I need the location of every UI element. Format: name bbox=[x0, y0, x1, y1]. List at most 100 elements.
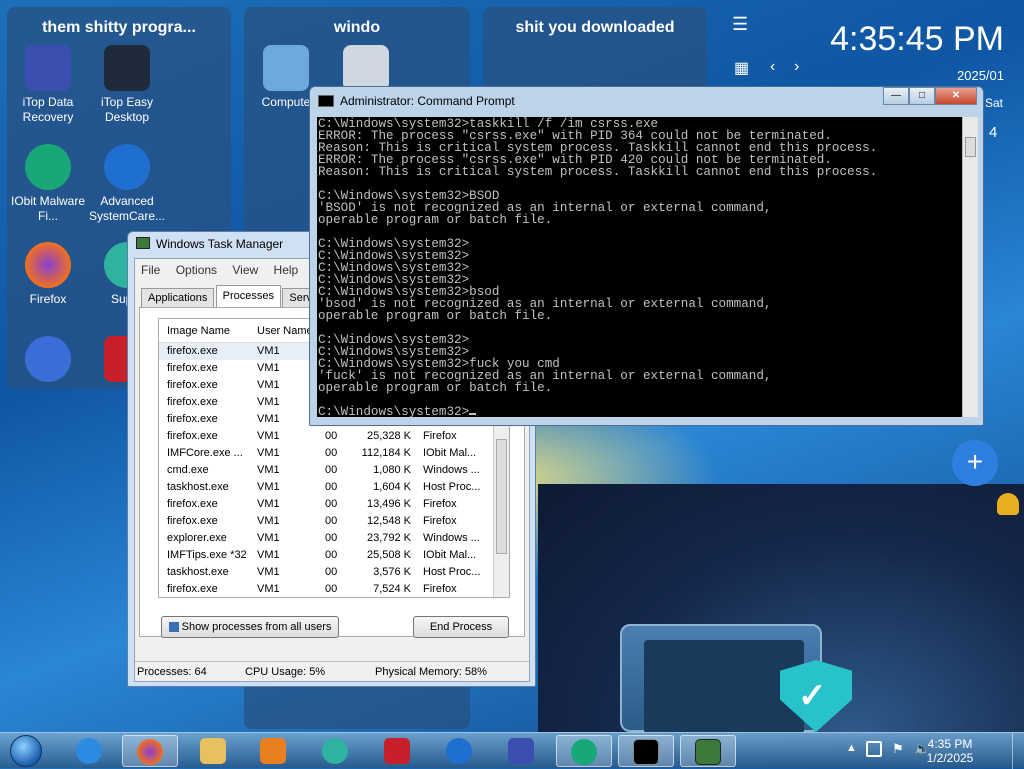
shield-icon bbox=[168, 622, 179, 633]
table-cell: firefox.exe bbox=[167, 498, 218, 510]
tile-title: them shitty progra... bbox=[42, 19, 196, 36]
table-cell: VM1 bbox=[257, 413, 280, 425]
taskbar-cmd[interactable] bbox=[618, 735, 674, 767]
action-center-flag-icon[interactable]: ⚑ bbox=[892, 741, 904, 757]
column-user-name[interactable]: User Name bbox=[257, 325, 313, 337]
table-row[interactable]: firefox.exe VM1 00 25,328 K Firefox bbox=[159, 428, 509, 445]
taskbar-explorer[interactable] bbox=[186, 735, 242, 767]
table-row[interactable]: taskhost.exe VM1 00 1,604 K Host Proc... bbox=[159, 479, 509, 496]
desktop-icon-app[interactable] bbox=[8, 336, 88, 386]
tab-processes[interactable]: Processes bbox=[215, 285, 282, 307]
table-cell: IObit Mal... bbox=[423, 549, 477, 561]
menu-help[interactable]: Help bbox=[274, 263, 299, 277]
firefox-icon bbox=[137, 739, 163, 765]
internet-explorer-icon bbox=[76, 738, 102, 764]
table-cell: 00 bbox=[325, 566, 338, 578]
window-controls: — □ ✕ bbox=[883, 87, 977, 105]
table-cell: IMFTips.exe *32 bbox=[167, 549, 247, 561]
chevron-left-icon[interactable]: ‹ bbox=[770, 58, 775, 76]
window-title: Windows Task Manager bbox=[156, 237, 284, 251]
table-row[interactable]: firefox.exe VM1 00 13,496 K Firefox bbox=[159, 496, 509, 513]
status-bar: Processes: 64 CPU Usage: 5% Physical Mem… bbox=[135, 661, 529, 681]
taskbar-recorder[interactable] bbox=[370, 735, 426, 767]
taskbar-ie[interactable] bbox=[62, 735, 118, 767]
taskbar-super[interactable] bbox=[308, 735, 364, 767]
taskbar-task-manager[interactable] bbox=[680, 735, 736, 767]
itop-data-recovery-icon bbox=[508, 738, 534, 764]
table-cell: VM1 bbox=[257, 566, 280, 578]
icon-label: iTop Easy Desktop bbox=[100, 95, 154, 124]
task-manager-icon bbox=[136, 237, 150, 249]
table-cell: 25,508 K bbox=[366, 549, 411, 561]
task-manager-icon bbox=[695, 739, 721, 765]
media-player-icon bbox=[260, 738, 286, 764]
show-hidden-icons-icon[interactable]: ▲ bbox=[846, 742, 857, 754]
iobit-malware-fighter-icon bbox=[25, 144, 71, 190]
table-row[interactable]: firefox.exe VM1 00 12,548 K Firefox bbox=[159, 513, 509, 530]
scrollbar-thumb[interactable] bbox=[496, 439, 507, 554]
menu-options[interactable]: Options bbox=[176, 263, 217, 277]
show-desktop-button[interactable] bbox=[1012, 733, 1024, 769]
desktop-icon-itop-easy-desktop[interactable]: iTop Easy Desktop bbox=[87, 45, 167, 125]
table-cell: 112,184 K bbox=[361, 447, 411, 459]
cmd-icon bbox=[633, 739, 659, 765]
calendar-icon[interactable]: ▦ bbox=[734, 58, 749, 78]
table-row[interactable]: explorer.exe VM1 00 23,792 K Windows ... bbox=[159, 530, 509, 547]
chevron-right-icon[interactable]: › bbox=[794, 58, 799, 76]
desktop-icon-advanced-systemcare[interactable]: Advanced SystemCare... bbox=[87, 144, 167, 224]
tile-title: windo bbox=[333, 19, 381, 36]
firefox-icon bbox=[25, 242, 71, 288]
icon-label: Firefox bbox=[29, 292, 67, 306]
bell-icon bbox=[994, 490, 1022, 518]
button-label: Show processes from all users bbox=[181, 621, 332, 633]
table-cell: 23,792 K bbox=[366, 532, 411, 544]
menu-view[interactable]: View bbox=[232, 263, 258, 277]
table-row[interactable]: IMFTips.exe *32 VM1 00 25,508 K IObit Mal... bbox=[159, 547, 509, 564]
console-scrollbar[interactable] bbox=[962, 117, 978, 417]
table-cell: 1,080 K bbox=[373, 464, 411, 476]
tray-time: 4:35 PM bbox=[927, 737, 973, 751]
desktop-icon-firefox[interactable]: Firefox bbox=[8, 242, 88, 307]
status-memory: Physical Memory: 58% bbox=[375, 666, 487, 678]
desktop-icon-itop-data-recovery[interactable]: iTop Data Recovery bbox=[8, 45, 88, 125]
taskbar-systemcare[interactable] bbox=[432, 735, 488, 767]
table-cell: 00 bbox=[325, 481, 338, 493]
calendar-day[interactable]: 4 bbox=[989, 124, 997, 141]
network-icon[interactable] bbox=[866, 741, 882, 757]
maximize-button[interactable]: □ bbox=[909, 87, 935, 105]
table-row[interactable]: cmd.exe VM1 00 1,080 K Windows ... bbox=[159, 462, 509, 479]
start-button[interactable] bbox=[4, 733, 48, 769]
table-row[interactable]: taskhost.exe VM1 00 3,576 K Host Proc... bbox=[159, 564, 509, 581]
tab-applications[interactable]: Applications bbox=[141, 288, 215, 307]
console-output[interactable]: C:\Windows\system32>taskkill /f /im csrs… bbox=[317, 117, 962, 417]
add-widget-button[interactable]: + bbox=[952, 440, 998, 486]
menu-icon[interactable]: ☰ bbox=[732, 14, 748, 35]
taskbar-itop[interactable] bbox=[494, 735, 550, 767]
table-row[interactable]: firefox.exe VM1 00 7,524 K Firefox bbox=[159, 581, 509, 597]
icon-label: Advanced SystemCare... bbox=[88, 194, 166, 223]
menu-file[interactable]: File bbox=[141, 263, 160, 277]
table-cell: VM1 bbox=[257, 379, 280, 391]
taskbar-firefox[interactable] bbox=[122, 735, 178, 767]
scrollbar-thumb[interactable] bbox=[965, 137, 976, 157]
desktop-icon-iobit-malware-fighter[interactable]: IObit Malware Fi... bbox=[8, 144, 88, 224]
table-cell: firefox.exe bbox=[167, 413, 218, 425]
status-processes: Processes: 64 bbox=[137, 666, 207, 678]
column-image-name[interactable]: Image Name bbox=[167, 325, 230, 337]
taskbar-media[interactable] bbox=[246, 735, 302, 767]
taskbar-clock[interactable]: 4:35 PM 1/2/2025 bbox=[920, 737, 980, 765]
status-cpu: CPU Usage: 5% bbox=[245, 666, 326, 678]
advanced-systemcare-icon bbox=[104, 144, 150, 190]
table-row[interactable]: IMFCore.exe ... VM1 00 112,184 K IObit Mal..… bbox=[159, 445, 509, 462]
show-all-processes-button[interactable]: Show processes from all users bbox=[161, 616, 339, 638]
table-cell: VM1 bbox=[257, 430, 280, 442]
table-cell: taskhost.exe bbox=[167, 481, 229, 493]
close-button[interactable]: ✕ bbox=[935, 87, 977, 105]
cmd-titlebar[interactable]: Administrator: Command Prompt — □ ✕ bbox=[310, 87, 983, 115]
taskbar-malware-fighter[interactable] bbox=[556, 735, 612, 767]
icon-label: iTop Data Recovery bbox=[22, 95, 74, 124]
end-process-button[interactable]: End Process bbox=[413, 616, 509, 638]
minimize-button[interactable]: — bbox=[883, 87, 909, 105]
table-cell: VM1 bbox=[257, 362, 280, 374]
table-cell: Windows ... bbox=[423, 464, 480, 476]
